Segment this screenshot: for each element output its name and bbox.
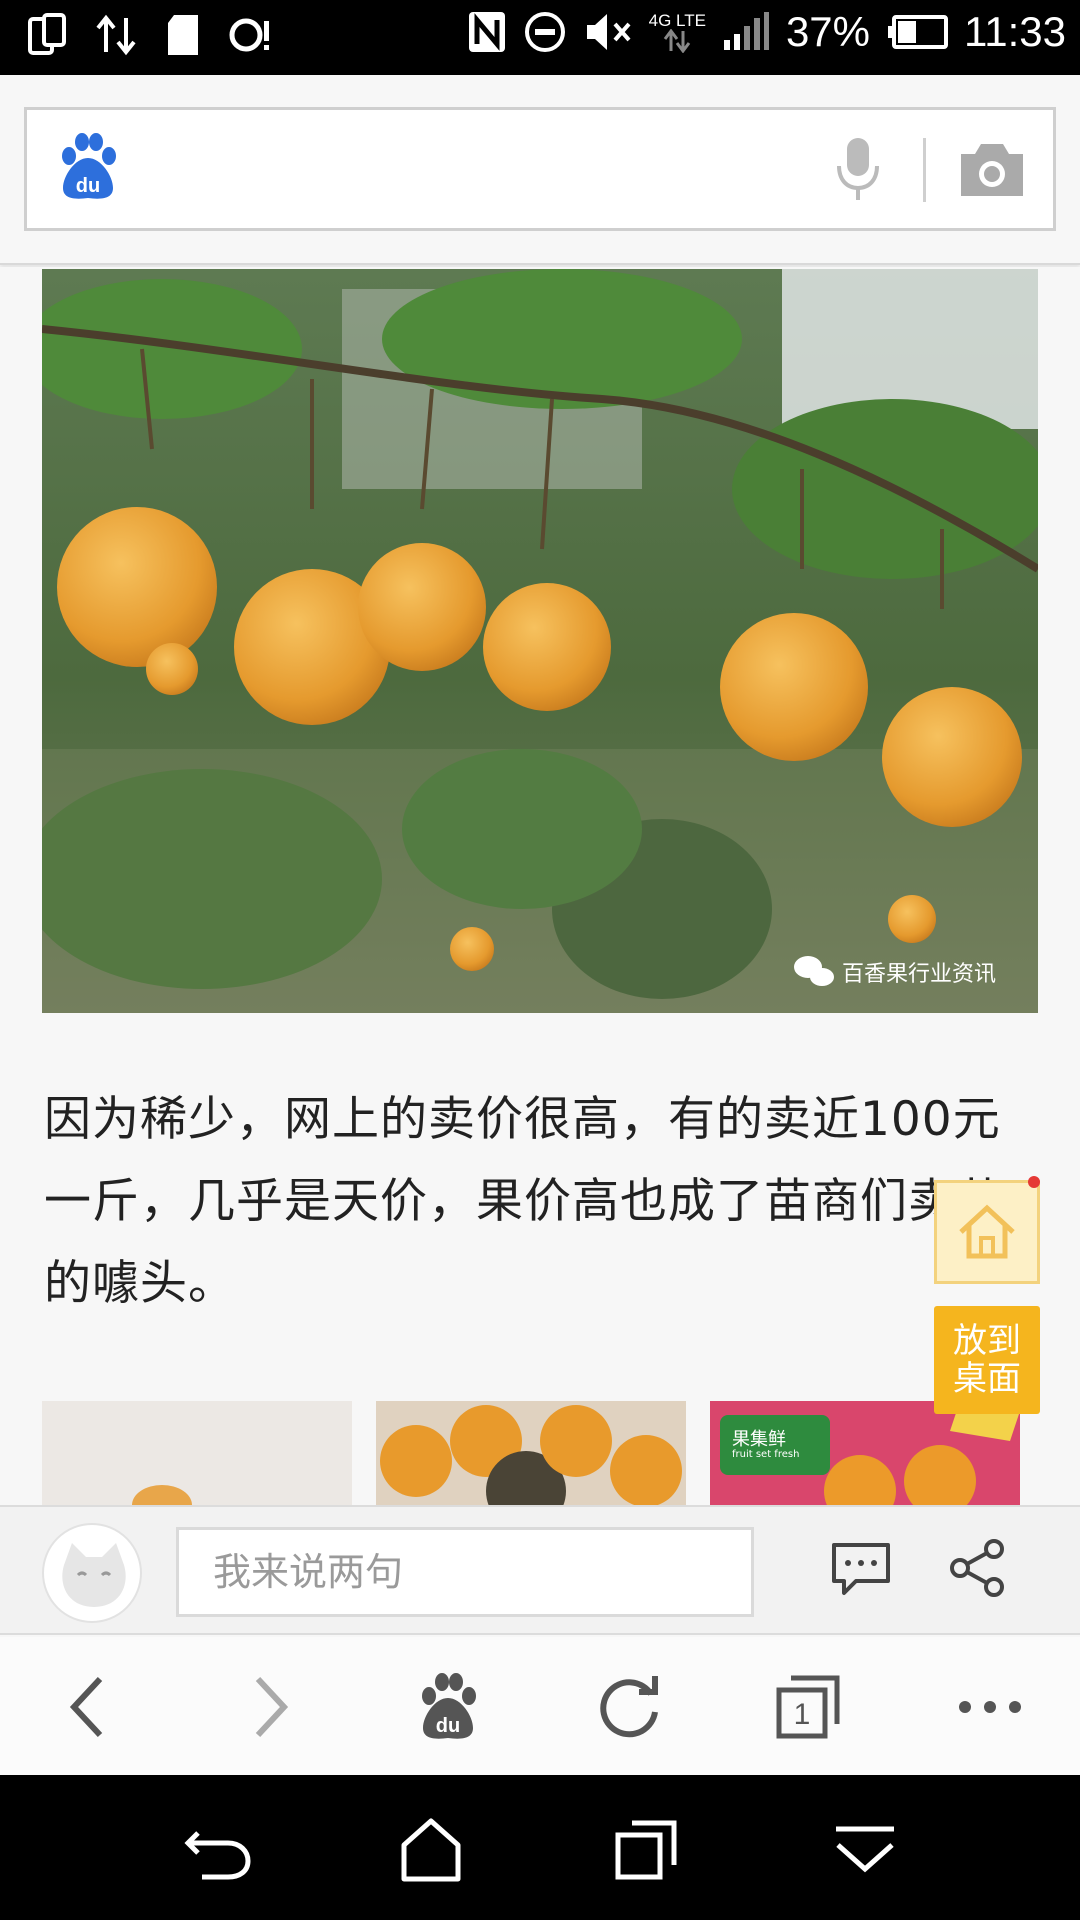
status-system: 4G LTE 37% 11:33 bbox=[467, 8, 1066, 56]
thumbnail-3-brand: 果集鲜 bbox=[732, 1429, 786, 1450]
chevron-left-icon bbox=[69, 1676, 103, 1738]
browser-toolbar: du 1 bbox=[0, 1637, 1080, 1775]
related-thumbnails: 果集鲜 fruit set fresh bbox=[42, 1401, 1038, 1505]
camera-icon[interactable] bbox=[957, 140, 1027, 200]
baidu-paw-icon: du bbox=[422, 1673, 476, 1739]
refresh-icon bbox=[600, 1676, 658, 1738]
baidu-logo-icon: du bbox=[62, 133, 116, 199]
thumbnail-3[interactable]: 果集鲜 fruit set fresh bbox=[710, 1401, 1020, 1505]
data-arrows-icon bbox=[664, 28, 691, 53]
thumbnail-2[interactable] bbox=[376, 1401, 686, 1505]
forward-button[interactable] bbox=[230, 1667, 310, 1747]
microphone-icon[interactable] bbox=[833, 136, 883, 202]
battery-icon bbox=[888, 15, 948, 49]
article-content: 百香果行业资讯 因为稀少，网上的卖价很高，有的卖近100元一斤，几乎是天价，果价… bbox=[0, 267, 1080, 1505]
home-icon bbox=[959, 1204, 1015, 1259]
nav-back-icon[interactable] bbox=[184, 1815, 254, 1885]
article-image: 百香果行业资讯 bbox=[42, 269, 1038, 1013]
battery-percent: 37% bbox=[785, 8, 870, 55]
thumbnail-3-subbrand: fruit set fresh bbox=[732, 1449, 800, 1460]
chevron-right-icon bbox=[255, 1676, 289, 1738]
do-not-disturb-icon bbox=[524, 12, 565, 52]
tabs-count: 1 bbox=[794, 1698, 811, 1731]
baidu-logo-text: du bbox=[76, 175, 100, 197]
nav-recents-icon[interactable] bbox=[612, 1815, 682, 1885]
screen-mirror-icon bbox=[28, 13, 66, 55]
clock: 11:33 bbox=[964, 8, 1066, 55]
mute-icon bbox=[586, 14, 631, 50]
refresh-button[interactable] bbox=[590, 1667, 670, 1747]
sync-alert-icon bbox=[229, 18, 269, 52]
nfc-icon bbox=[468, 12, 505, 52]
system-nav-bar bbox=[0, 1775, 1080, 1920]
network-label: 4G LTE bbox=[648, 10, 706, 30]
add-to-desktop-label: 放到桌面 bbox=[953, 1321, 1021, 1399]
avatar[interactable] bbox=[42, 1523, 142, 1623]
network-type: 4G LTE bbox=[649, 12, 706, 53]
signal-icon bbox=[723, 12, 769, 50]
baidu-home-button[interactable]: du bbox=[408, 1667, 488, 1747]
passion-fruit-photo: 百香果行业资讯 bbox=[42, 269, 1038, 1013]
search-header: du bbox=[0, 75, 1080, 265]
tabs-button[interactable]: 1 bbox=[768, 1667, 848, 1747]
data-transfer-icon bbox=[96, 14, 136, 56]
nav-notifications-icon[interactable] bbox=[830, 1815, 900, 1885]
search-input[interactable]: du bbox=[24, 107, 1056, 231]
article-paragraph: 因为稀少，网上的卖价很高，有的卖近100元一斤，几乎是天价，果价高也成了苗商们卖… bbox=[44, 1092, 1004, 1311]
sd-card-icon bbox=[168, 15, 198, 55]
status-notifications bbox=[28, 12, 274, 58]
tabs-icon: 1 bbox=[776, 1675, 840, 1739]
add-to-desktop-button[interactable]: 放到桌面 bbox=[934, 1306, 1040, 1414]
more-dots-icon bbox=[959, 1701, 1021, 1713]
baidu-paw-text: du bbox=[436, 1715, 460, 1737]
cat-avatar-icon bbox=[62, 1543, 126, 1607]
float-home-button[interactable] bbox=[934, 1180, 1040, 1284]
status-bar: 4G LTE 37% 11:33 bbox=[0, 0, 1080, 75]
notification-dot bbox=[1028, 1176, 1040, 1188]
comment-bar: 我来说两句 bbox=[0, 1505, 1080, 1635]
comments-icon[interactable] bbox=[830, 1541, 892, 1597]
menu-button[interactable] bbox=[950, 1667, 1030, 1747]
search-divider bbox=[923, 138, 926, 202]
comment-input[interactable]: 我来说两句 bbox=[176, 1527, 754, 1617]
nav-home-icon[interactable] bbox=[396, 1815, 466, 1885]
share-icon[interactable] bbox=[948, 1537, 1008, 1599]
thumbnail-1[interactable] bbox=[42, 1401, 352, 1505]
image-watermark: 百香果行业资讯 bbox=[842, 962, 996, 987]
back-button[interactable] bbox=[48, 1667, 128, 1747]
